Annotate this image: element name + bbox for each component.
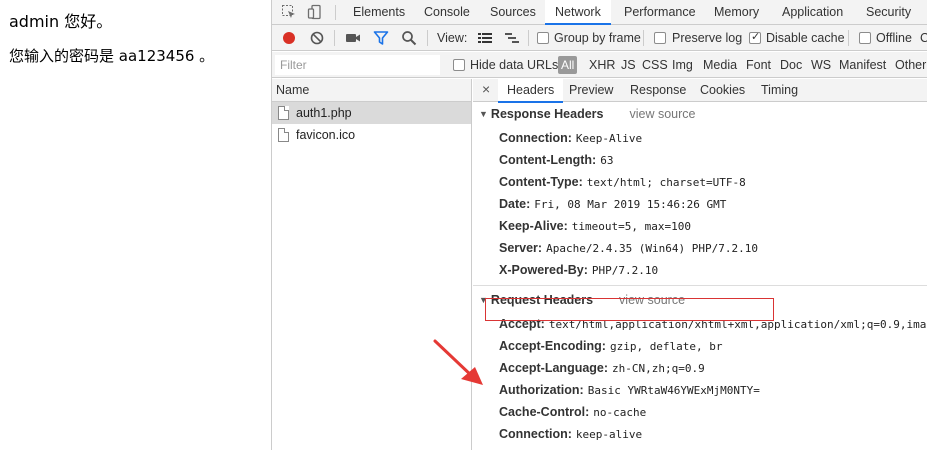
response-headers-title: Response Headers [490,107,604,121]
filter-type-css[interactable]: CSS [642,58,668,72]
request-headers-title: Request Headers [490,293,594,307]
filter-type-manifest[interactable]: Manifest [839,58,886,72]
header-row: Connection: Keep-Alive [499,131,643,145]
network-toolbar: View: Group by frame Preserve log Disabl… [272,25,927,51]
header-row: Content-Type: text/html; charset=UTF-8 [499,175,746,189]
inspect-element-icon[interactable] [281,4,297,20]
header-row: Connection: keep-alive [499,427,643,441]
device-toolbar-icon[interactable] [307,4,323,20]
group-by-frame-label: Group by frame [554,31,641,45]
tab-application[interactable]: Application [782,0,843,25]
response-headers-section[interactable]: ▼ Response Headers view source [479,107,695,121]
authorization-header-row: Authorization: Basic YWRtaW46YWExMjM0NTY= [499,383,760,397]
request-name: auth1.php [296,106,352,120]
devtools-panel: Elements Console Sources Network Perform… [271,0,927,450]
hide-data-urls-checkbox[interactable] [453,59,465,71]
filter-icon[interactable] [373,30,389,46]
filter-type-xhr[interactable]: XHR [589,58,615,72]
disable-cache-label: Disable cache [766,31,845,45]
document-icon [278,106,289,120]
filter-type-other[interactable]: Other [895,58,926,72]
tab-memory[interactable]: Memory [714,0,759,25]
filter-type-ws[interactable]: WS [811,58,831,72]
tab-console[interactable]: Console [424,0,470,25]
collapse-triangle-icon: ▼ [479,295,488,305]
tab-security[interactable]: Security [866,0,911,25]
offline-checkbox[interactable] [859,32,871,44]
devtools-tab-bar: Elements Console Sources Network Perform… [272,0,927,25]
camera-icon[interactable] [345,30,361,46]
details-tab-bar: × Headers Preview Response Cookies Timin… [473,79,927,103]
tab-network[interactable]: Network [545,0,611,25]
document-icon [278,128,289,142]
filter-input[interactable]: Filter [275,55,440,75]
waterfall-view-icon[interactable] [504,30,520,46]
search-icon[interactable] [401,30,417,46]
tab-elements[interactable]: Elements [353,0,405,25]
tab-timing[interactable]: Timing [761,79,798,102]
clear-icon[interactable] [309,30,325,46]
view-source-link[interactable]: view source [619,293,685,307]
collapse-triangle-icon: ▼ [479,109,488,119]
filter-type-media[interactable]: Media [703,58,737,72]
rendered-page: admin 您好。 您输入的密码是 aa123456 。 [0,0,271,450]
header-row: Date: Fri, 08 Mar 2019 15:46:26 GMT [499,197,727,211]
throttling-dropdown-truncated[interactable]: C [920,31,927,45]
tab-sources[interactable]: Sources [490,0,536,25]
filter-type-doc[interactable]: Doc [780,58,802,72]
request-row[interactable]: auth1.php [272,102,471,124]
close-icon[interactable]: × [482,81,490,97]
view-source-link[interactable]: view source [629,107,695,121]
preserve-log-checkbox[interactable] [654,32,666,44]
filter-type-all[interactable]: All [558,56,578,74]
tab-headers[interactable]: Headers [498,79,564,103]
view-label: View: [437,31,468,45]
request-headers-section[interactable]: ▼ Request Headers view source [479,293,685,307]
header-row: Accept-Encoding: gzip, deflate, br [499,339,723,353]
password-text: 您输入的密码是 aa123456 。 [9,47,215,65]
tab-response[interactable]: Response [630,79,686,102]
filter-type-font[interactable]: Font [746,58,771,72]
filter-type-js[interactable]: JS [621,58,636,72]
hide-data-urls-label: Hide data URLs [470,58,559,72]
request-row[interactable]: favicon.ico [272,124,471,146]
request-details: × Headers Preview Response Cookies Timin… [473,79,927,450]
tab-performance[interactable]: Performance [624,0,696,25]
header-row: Content-Length: 63 [499,153,614,167]
disable-cache-checkbox[interactable] [749,30,761,44]
request-list-header[interactable]: Name [272,79,471,102]
tab-preview[interactable]: Preview [569,79,613,102]
request-list: Name auth1.php favicon.ico [272,79,472,450]
header-row: X-Powered-By: PHP/7.2.10 [499,263,659,277]
request-name: favicon.ico [296,128,356,142]
filter-bar: Filter Hide data URLs All XHR JS CSS Img… [272,52,927,78]
list-view-icon[interactable] [477,30,493,46]
header-row: Server: Apache/2.4.35 (Win64) PHP/7.2.10 [499,241,759,255]
header-row: Keep-Alive: timeout=5, max=100 [499,219,691,233]
group-by-frame-checkbox[interactable] [537,32,549,44]
preserve-log-label: Preserve log [672,31,743,45]
offline-label: Offline [876,31,912,45]
tab-cookies[interactable]: Cookies [700,79,745,102]
header-row: Accept-Language: zh-CN,zh;q=0.9 [499,361,705,375]
record-icon[interactable] [281,30,297,46]
header-row: Accept: text/html,application/xhtml+xml,a… [499,317,927,331]
header-row: Cache-Control: no-cache [499,405,647,419]
filter-type-img[interactable]: Img [672,58,693,72]
greeting-text: admin 您好。 [9,12,113,31]
